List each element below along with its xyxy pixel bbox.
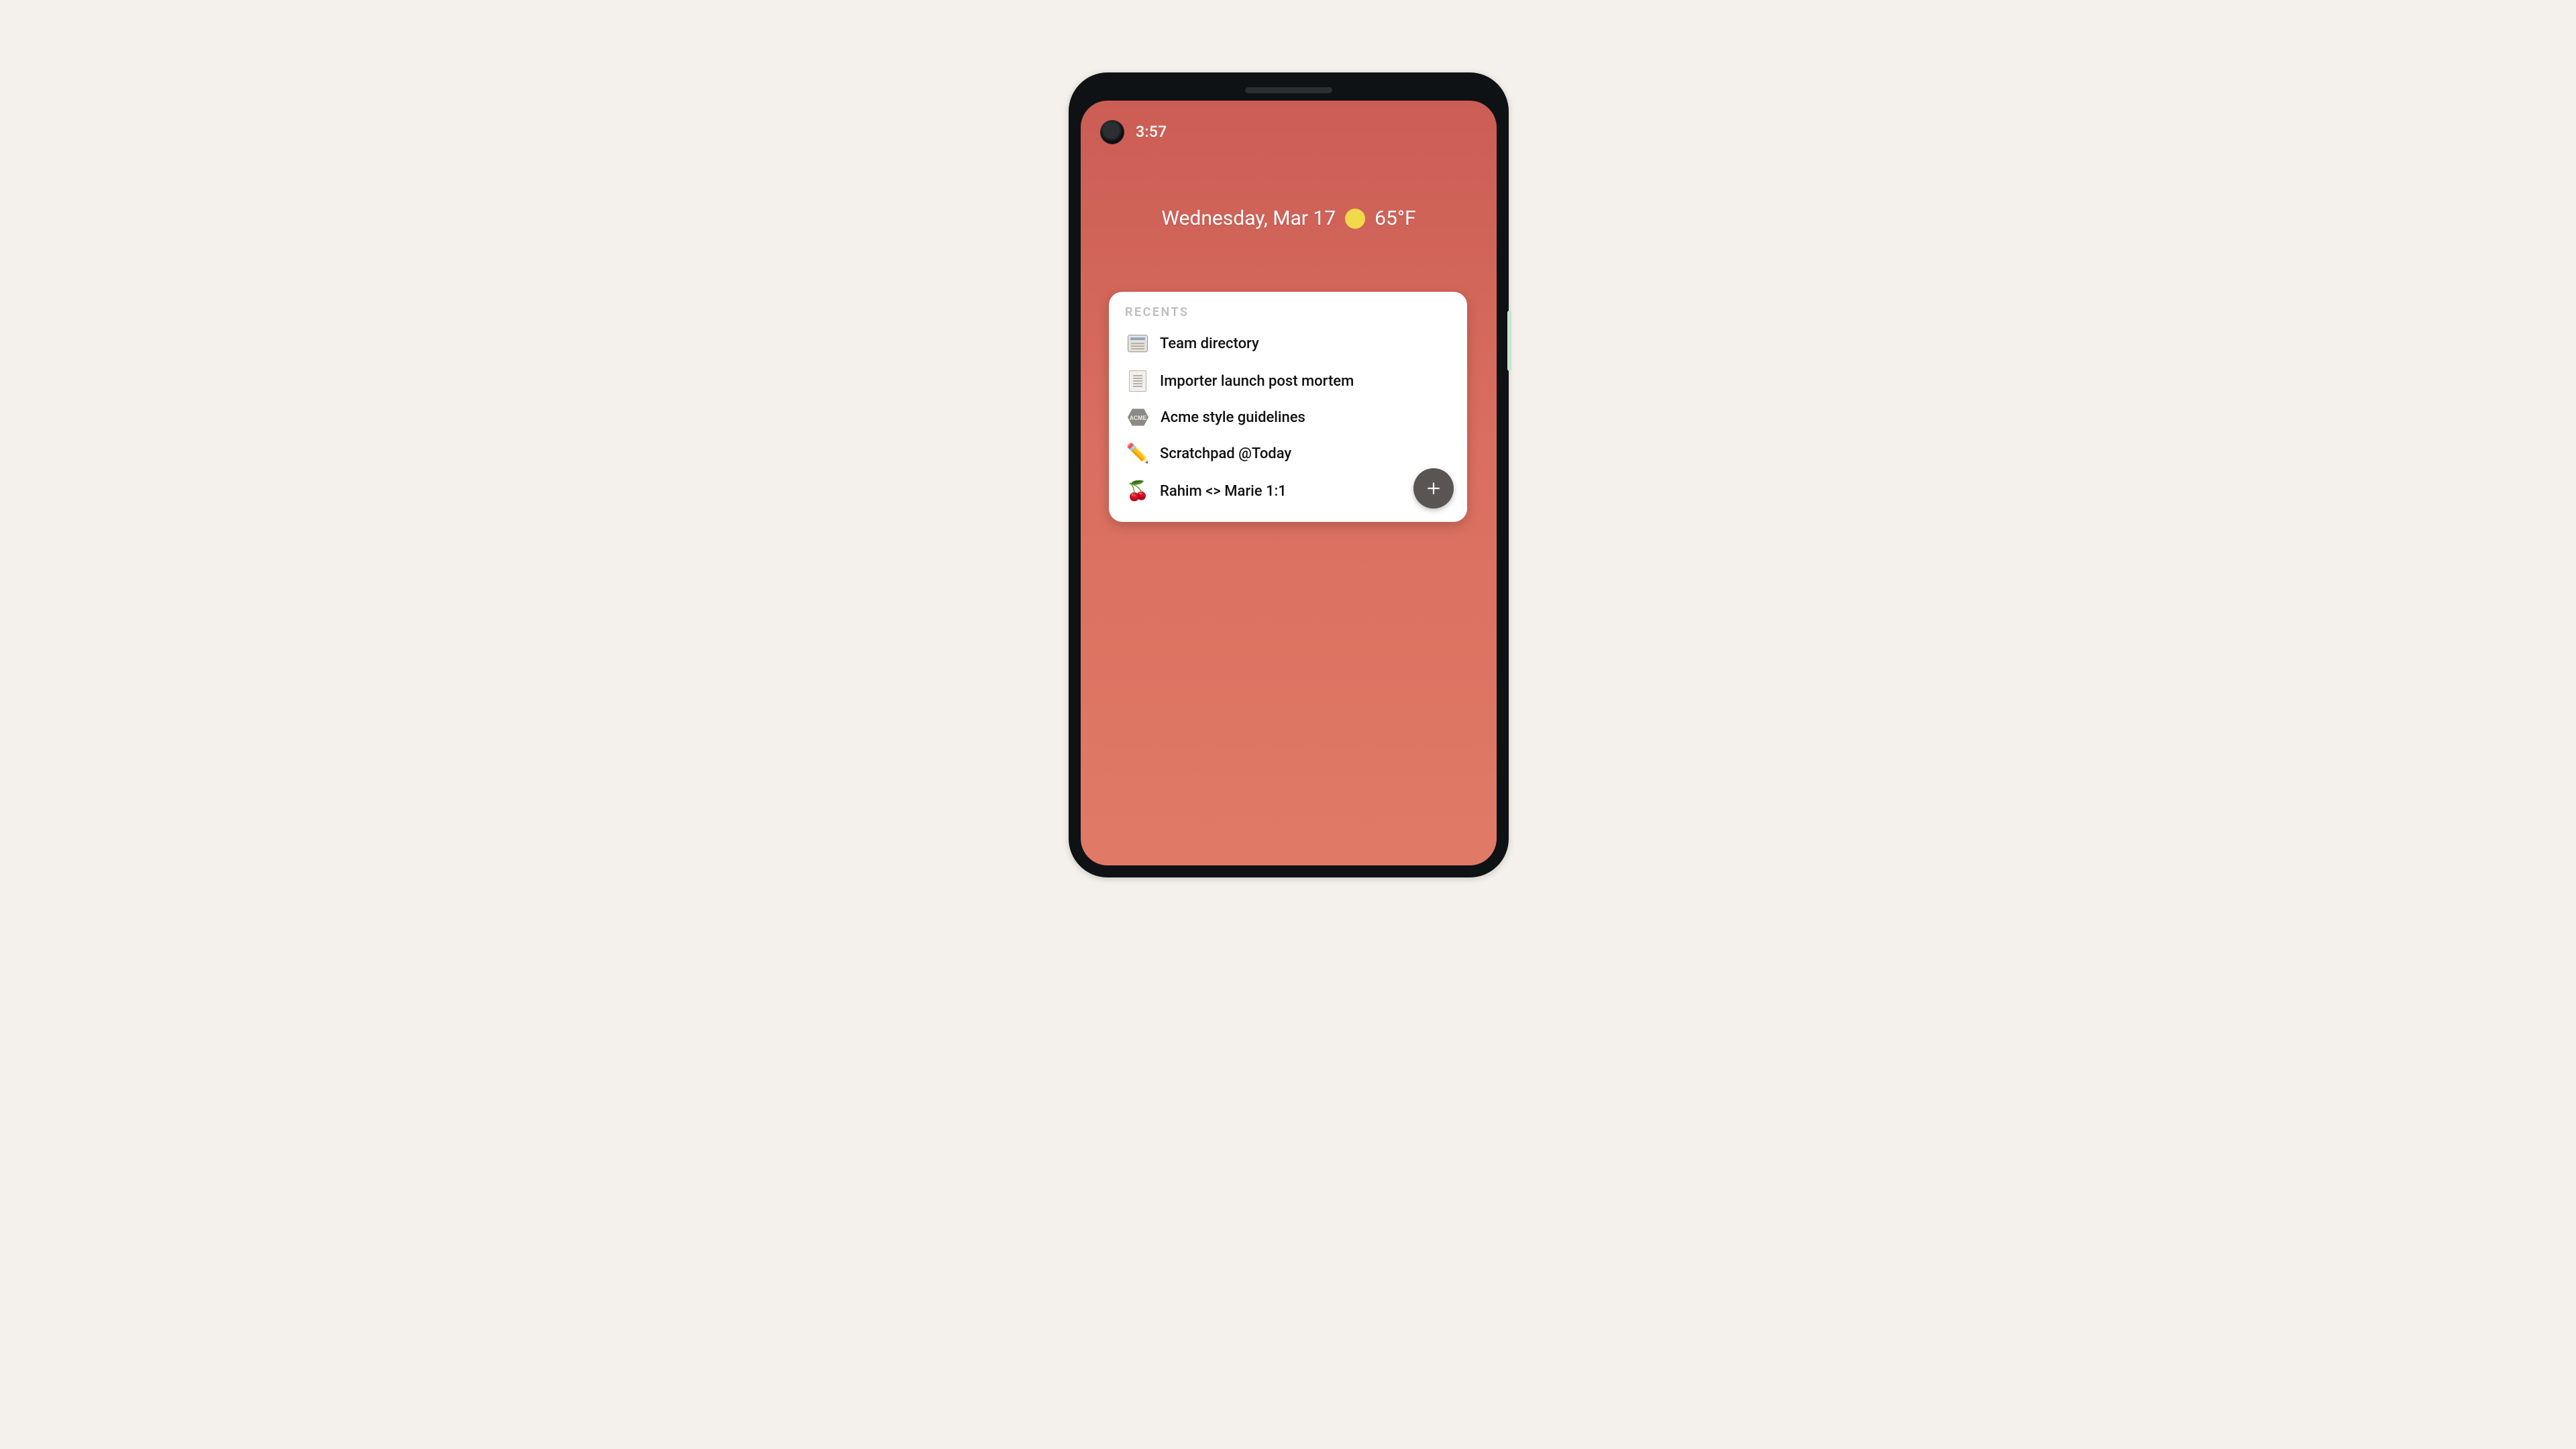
recents-widget: RECENTS Team directory Importer launch p…: [1109, 292, 1467, 522]
list-item[interactable]: ACME Acme style guidelines: [1125, 402, 1451, 432]
date-label: Wednesday, Mar 17: [1161, 207, 1336, 230]
recents-list: Team directory Importer launch post mort…: [1125, 327, 1451, 507]
at-a-glance[interactable]: Wednesday, Mar 17 65°F: [1081, 207, 1497, 230]
list-item[interactable]: 🍒 Rahim <> Marie 1:1: [1125, 475, 1451, 507]
cherries-icon: 🍒: [1126, 480, 1149, 502]
list-item[interactable]: Importer launch post mortem: [1125, 365, 1451, 397]
list-item-label: Team directory: [1160, 335, 1259, 352]
widget-title: RECENTS: [1125, 305, 1451, 319]
list-item[interactable]: Team directory: [1125, 327, 1451, 360]
plus-icon: [1425, 480, 1442, 497]
list-item-label: Importer launch post mortem: [1160, 373, 1354, 390]
status-time: 3:57: [1136, 123, 1167, 141]
list-item[interactable]: ✏️ Scratchpad @Today: [1125, 437, 1451, 470]
add-button[interactable]: [1413, 468, 1454, 508]
sunny-icon: [1345, 209, 1365, 229]
power-button[interactable]: [1507, 311, 1511, 371]
home-screen: 3:57 Wednesday, Mar 17 65°F RECENTS Team…: [1081, 101, 1497, 865]
page-icon: [1126, 370, 1149, 392]
svg-text:ACME: ACME: [1130, 415, 1147, 421]
list-item-label: Rahim <> Marie 1:1: [1160, 483, 1287, 500]
list-item-label: Acme style guidelines: [1161, 409, 1305, 426]
card-index-icon: [1126, 332, 1149, 355]
temperature-label: 65°F: [1375, 207, 1416, 230]
phone-frame: 3:57 Wednesday, Mar 17 65°F RECENTS Team…: [1069, 72, 1509, 877]
acme-badge-icon: ACME: [1126, 407, 1150, 427]
stage: 3:57 Wednesday, Mar 17 65°F RECENTS Team…: [800, 0, 1776, 547]
speaker-grill: [1245, 87, 1332, 93]
pencil-icon: ✏️: [1126, 442, 1149, 465]
front-camera: [1100, 120, 1124, 144]
list-item-label: Scratchpad @Today: [1160, 445, 1291, 462]
